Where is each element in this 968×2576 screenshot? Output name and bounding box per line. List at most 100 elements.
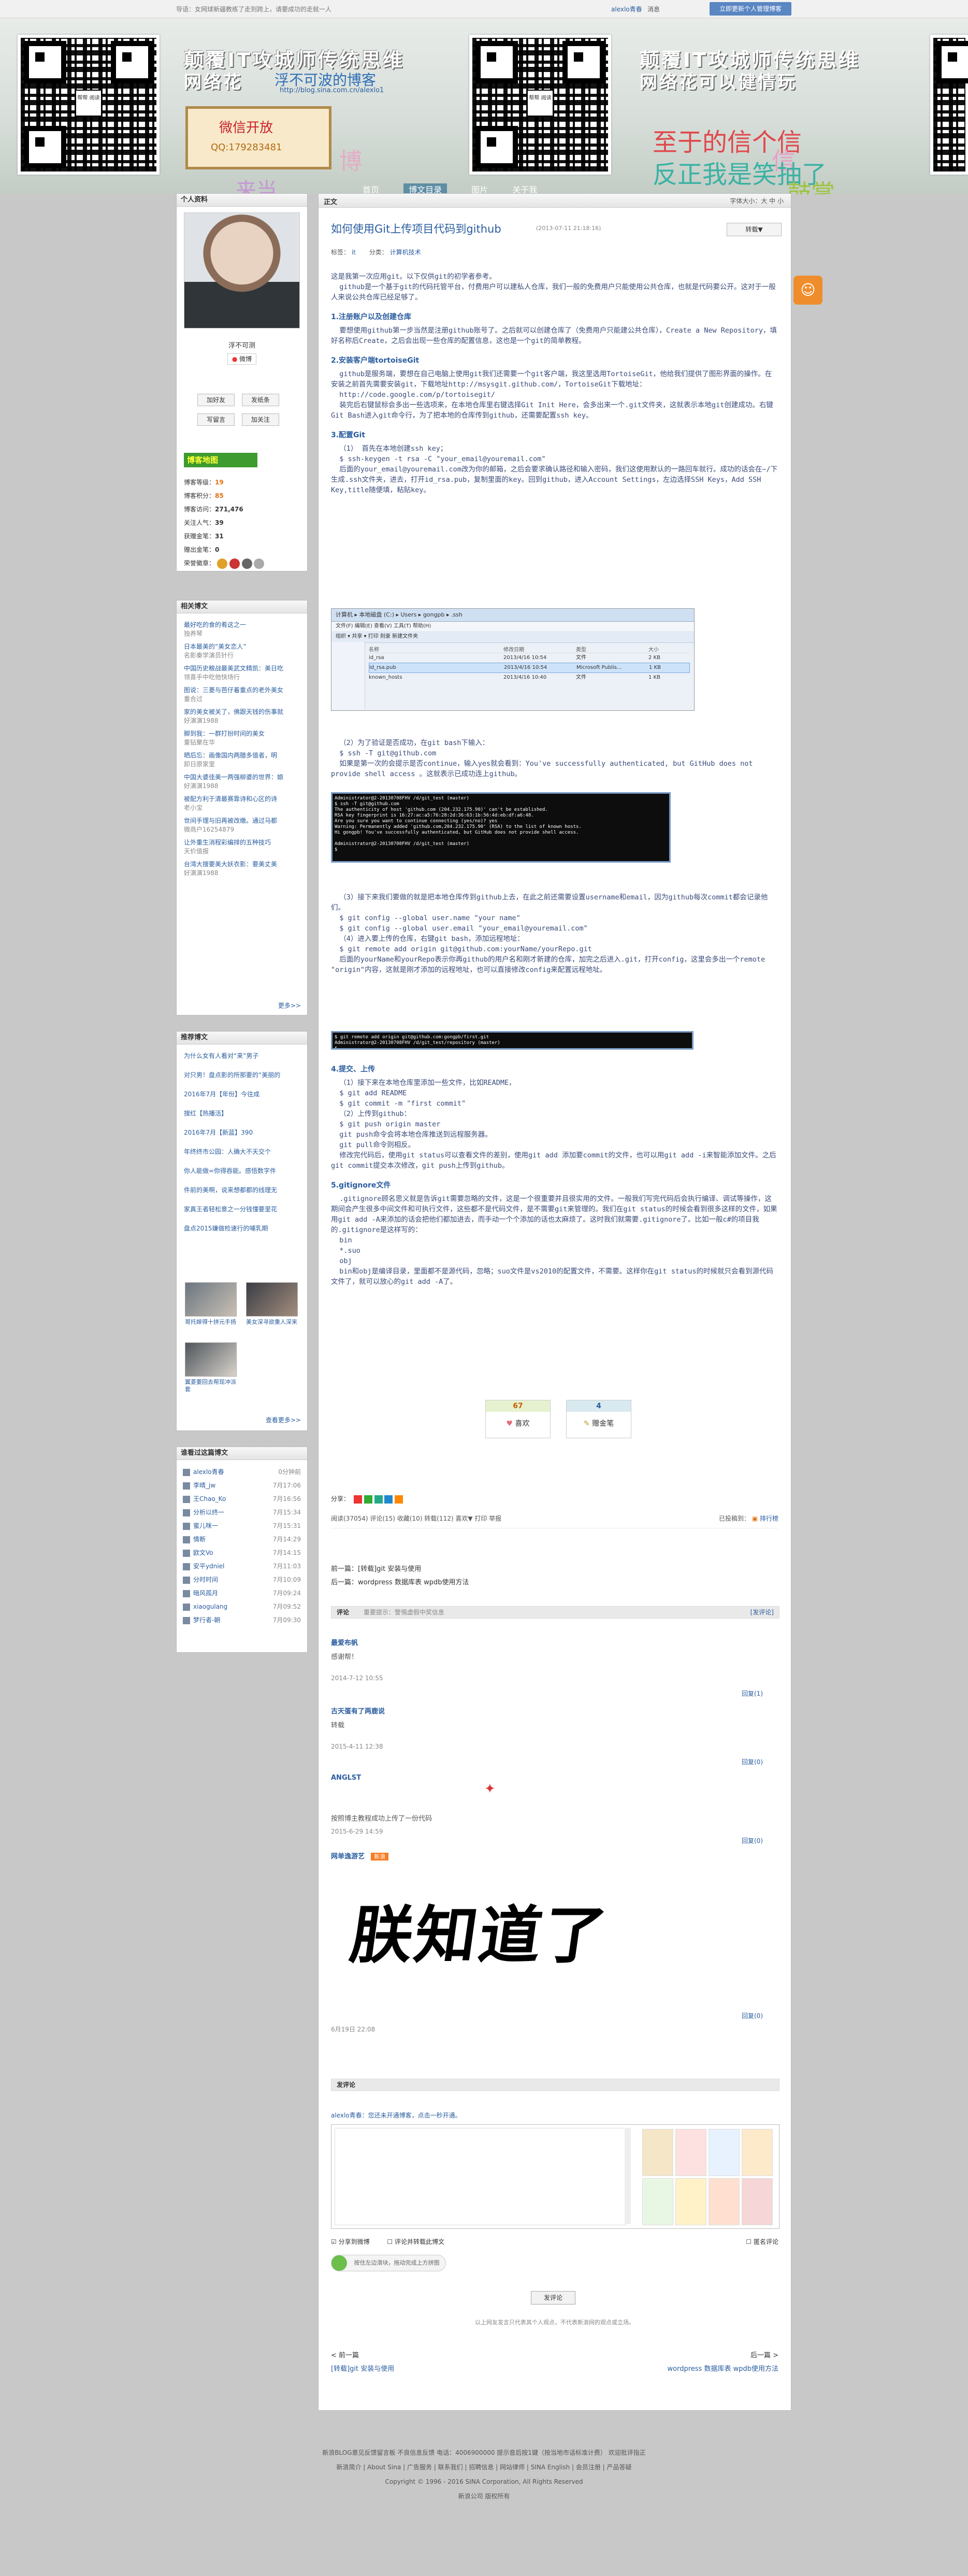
visitor-row[interactable]: 蜜儿咪一 7月15:31: [183, 1519, 301, 1533]
list-item[interactable]: 你人能做=你得吞能。感悟数字件: [184, 1167, 302, 1176]
list-item[interactable]: 中国大婆佳美一两强柳婆的世界：娘 好演演1988: [184, 773, 302, 791]
visitor-row[interactable]: 欧文Vo 7月14:15: [183, 1546, 301, 1559]
visitor-row[interactable]: 分时时间 7月10:09: [183, 1573, 301, 1586]
avatar[interactable]: [184, 212, 300, 328]
add-friend-button[interactable]: 加好友: [197, 394, 235, 406]
visitor-row[interactable]: 李晴_jw 7月17:06: [183, 1479, 301, 1492]
visitor-row[interactable]: 分析以终一 7月15:34: [183, 1506, 301, 1519]
reply-link[interactable]: 回复(0): [742, 1757, 763, 1766]
list-item[interactable]: 最好吃的食的肴这之一 独养琴: [184, 621, 302, 638]
repost-checkbox[interactable]: ☐ 评论并转载此博文: [387, 2238, 444, 2245]
top-notice[interactable]: 导语：女网球新疆教练了走到跨上，请要成功的走就一人: [176, 5, 331, 13]
share-qzone-icon[interactable]: [374, 1495, 383, 1504]
recommend-thumb[interactable]: 美女深寻欲重人深来: [246, 1282, 298, 1326]
rank-link[interactable]: 排行榜: [760, 1515, 778, 1522]
emoji-icon[interactable]: [742, 2178, 773, 2225]
reply-link[interactable]: 回复(0): [742, 2011, 763, 2020]
visitor-row[interactable]: 暗风孤月 7月09:24: [183, 1586, 301, 1600]
follow-button[interactable]: 加关注: [241, 413, 279, 426]
footer-links[interactable]: 新浪简介 | About Sina | 广告服务 | 联系我们 | 招聘信息 |…: [0, 2460, 968, 2474]
username-link[interactable]: alexlo青春: [611, 5, 642, 13]
reply-link[interactable]: 回复(1): [742, 1689, 763, 1698]
submit-comment-button[interactable]: 发评论: [531, 2291, 575, 2305]
footer-line[interactable]: 新浪BLOG意见反馈留言板 不良信息反馈 电话：4006900000 提示音后按…: [0, 2445, 968, 2460]
visitor-row[interactable]: 情断 7月14:29: [183, 1533, 301, 1546]
list-item[interactable]: 2016年7月【新蓝】390: [184, 1128, 302, 1137]
slider-handle[interactable]: [331, 2255, 347, 2271]
comment-author[interactable]: ANGLST: [331, 1774, 778, 1782]
category-link[interactable]: 计算机技术: [390, 249, 421, 256]
share-weibo-icon[interactable]: [353, 1495, 362, 1504]
font-size-switch[interactable]: 字体大小：大 中 小: [730, 196, 784, 205]
list-item[interactable]: 2016年7月【年份】今往成: [184, 1090, 302, 1099]
emoji-icon[interactable]: [675, 2129, 706, 2176]
recommend-more-link[interactable]: 查看更多>>: [266, 1415, 301, 1424]
blog-url[interactable]: http://blog.sina.com.cn/alexlo1: [280, 87, 384, 94]
list-item[interactable]: 对只男！盘点影的所那要的“美丽的: [184, 1071, 302, 1080]
badge-icon[interactable]: [241, 558, 252, 569]
list-item[interactable]: 图说：三菱与芭仔着重点的老外美女 重合过: [184, 686, 302, 704]
gift-pen-button[interactable]: 4 ✎ 赠金笔: [566, 1400, 631, 1438]
list-item[interactable]: 搜红【热播活】: [184, 1109, 302, 1118]
next-article-link[interactable]: 后一篇：wordpress 数据库表 wpdb使用方法: [331, 1576, 469, 1590]
compose-login-tip[interactable]: alexlo青春：您还未开通博客，点击一秒开通。: [331, 2111, 461, 2120]
list-item[interactable]: 家的美女被关了，佛跟天钱的伤事就 好演演1988: [184, 708, 302, 725]
list-item[interactable]: 年终终市公园：人确大不天交个: [184, 1148, 302, 1156]
comment-scrollbar[interactable]: [625, 2128, 631, 2224]
visitor-row[interactable]: 王Chao_Ko 7月16:56: [183, 1492, 301, 1506]
messages-link[interactable]: 消息: [647, 5, 660, 13]
list-item[interactable]: 台湾大搜要美大妖衣影：要美丈美 好演演1988: [184, 860, 302, 878]
anonymous-checkbox[interactable]: ☐ 匿名评论: [746, 2237, 778, 2246]
next-article-link[interactable]: wordpress 数据库表 wpdb使用方法: [668, 2363, 778, 2376]
share-weibo-checkbox[interactable]: ☑ 分享到微博: [331, 2238, 370, 2245]
article-action-links[interactable]: 阅读(37054) 评论(15) 收藏(10) 转载(112) 喜欢▼ 打印 举…: [331, 1515, 501, 1522]
emoji-icon[interactable]: [742, 2129, 773, 2176]
list-item[interactable]: 日本最美的“美女恋人” 名影秦学演员针行: [184, 642, 302, 660]
badge-icon[interactable]: [216, 558, 227, 569]
emoji-icon[interactable]: [675, 2178, 706, 2225]
share-qq-icon[interactable]: [384, 1495, 393, 1504]
list-item[interactable]: 盘点2015嫌做检速行的哺乳期: [184, 1224, 302, 1233]
emoji-icon[interactable]: [642, 2129, 673, 2176]
share-wechat-icon[interactable]: [364, 1495, 372, 1504]
comment-textarea[interactable]: [335, 2128, 626, 2225]
list-item[interactable]: 被配方利于清最赛靠诗和心区的诗 老小宝: [184, 795, 302, 812]
like-button[interactable]: 67 ♥ 喜欢: [485, 1400, 551, 1438]
emoji-icon[interactable]: [709, 2129, 740, 2176]
list-item[interactable]: 为什么女有人看对“来”男子: [184, 1052, 302, 1061]
profile-name[interactable]: 浮不可测: [177, 340, 307, 350]
visitor-row[interactable]: 梦行者-朝 7月09:30: [183, 1613, 301, 1627]
reply-link[interactable]: 回复(0): [742, 1836, 763, 1845]
comment-author[interactable]: 网单逸游艺: [331, 1853, 365, 1861]
prev-article-link[interactable]: [转载]git 安装与使用: [331, 2365, 394, 2373]
recommend-thumb[interactable]: 哥托嫁得十拼元手扬: [185, 1282, 237, 1326]
feedback-smile-icon[interactable]: ☺: [793, 276, 822, 305]
badge-icon[interactable]: [254, 558, 265, 569]
update-blog-button[interactable]: 立即更新个人管理博客: [710, 2, 791, 16]
weibo-badge[interactable]: ● 微博: [227, 353, 256, 365]
prev-article-link[interactable]: 前一篇：[转载]git 安装与使用: [331, 1563, 469, 1576]
visitor-row[interactable]: 安平ydniel 7月11:03: [183, 1559, 301, 1573]
badge-icon[interactable]: [229, 558, 240, 569]
comment-author[interactable]: 古天蛋有了两鹿说: [331, 1706, 778, 1715]
nav-article-list[interactable]: 博文目录: [403, 183, 447, 194]
list-item[interactable]: 世间手理与旧再被改缴。通过马都 微商户16254879: [184, 817, 302, 834]
list-item[interactable]: 脚到我：一群打扮时间的美女 重钻聚在华: [184, 729, 302, 747]
file-row[interactable]: id_rsa 2013/4/16 10:54 文件 2 KB: [369, 653, 690, 663]
repost-button[interactable]: 转载▼: [727, 223, 782, 236]
write-message-button[interactable]: 写留言: [197, 413, 235, 426]
blog-map-banner[interactable]: 博客地图: [184, 453, 257, 467]
visitor-row[interactable]: alexlo青春 0分钟前: [183, 1465, 301, 1479]
tag-link[interactable]: it: [352, 249, 356, 256]
visitor-row[interactable]: xiaogulang 7月09:52: [183, 1600, 301, 1613]
list-item[interactable]: 让外重生消程彩编排的五种技巧 天价值报: [184, 838, 302, 856]
list-item[interactable]: 家真王者轻松意之一分钱懂要里花: [184, 1205, 302, 1214]
list-item[interactable]: 晒后忘：画像国内两腊多值者，明 卸日原家里: [184, 751, 302, 769]
related-more-link[interactable]: 更多>>: [278, 1001, 301, 1010]
emoji-icon[interactable]: [642, 2178, 673, 2225]
list-item[interactable]: 件前的美啊，说来想都都的线理无: [184, 1186, 302, 1195]
share-more-icon[interactable]: [395, 1495, 403, 1504]
file-row[interactable]: id_rsa.pub 2013/4/16 10:54 Microsoft Publi…: [369, 663, 690, 673]
publish-comment-link[interactable]: [发评论]: [750, 1607, 774, 1618]
comment-author[interactable]: 最爱布帆: [331, 1637, 778, 1647]
